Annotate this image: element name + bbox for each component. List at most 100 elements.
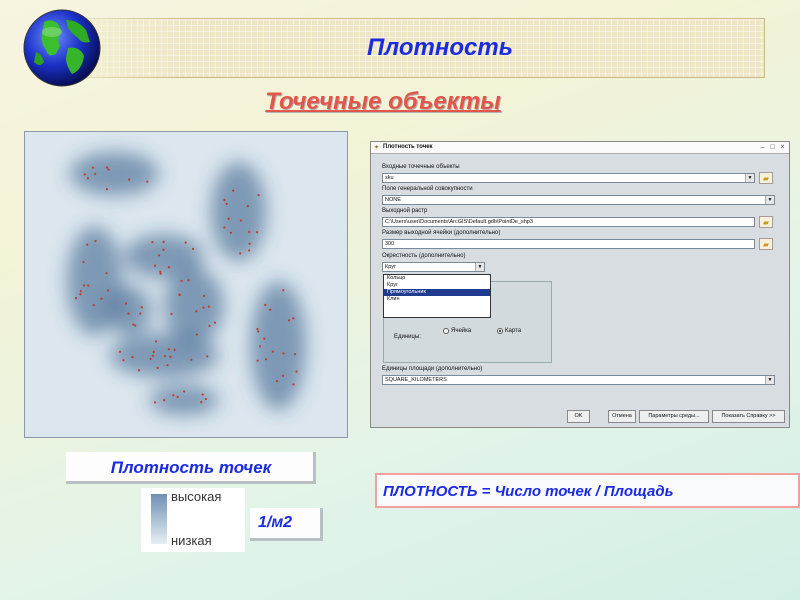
point-marker <box>257 193 260 197</box>
point-marker <box>295 370 298 373</box>
point-marker <box>173 348 176 351</box>
ok-button[interactable]: OK <box>567 410 590 423</box>
point-marker <box>163 354 167 358</box>
point-marker <box>167 266 171 269</box>
point-marker <box>151 240 154 244</box>
point-marker <box>153 401 157 404</box>
point-marker <box>292 383 295 386</box>
units-map-radio[interactable] <box>497 328 503 334</box>
show-help-button[interactable]: Показать Справку >> <box>712 410 785 423</box>
point-marker <box>105 188 109 191</box>
point-marker <box>287 319 291 322</box>
point-marker <box>282 289 285 292</box>
neighborhood-value: Круг <box>385 264 396 270</box>
legend-title: Плотность точек <box>110 458 272 477</box>
folder-icon[interactable]: ▰ <box>759 238 773 250</box>
point-marker <box>246 205 249 208</box>
dialog-body: Входные точечные объекты sku ▼ ▰ Поле ге… <box>379 158 784 408</box>
point-marker <box>208 324 211 328</box>
point-marker <box>132 323 135 326</box>
point-marker <box>86 243 89 246</box>
page-title: Плотность <box>367 34 513 61</box>
point-marker <box>207 305 210 308</box>
neighborhood-options-list[interactable]: Кольцо Круг Прямоугольник Клин <box>383 274 491 318</box>
point-marker <box>131 356 134 359</box>
point-marker <box>264 303 267 306</box>
point-marker <box>79 293 82 296</box>
point-marker <box>183 390 186 393</box>
point-marker <box>74 297 78 300</box>
point-marker <box>134 324 137 327</box>
legend-low-label: низкая <box>171 533 212 548</box>
point-marker <box>151 354 154 357</box>
point-marker <box>153 264 156 267</box>
cell-size-label: Размер выходной ячейки (дополнительно) <box>382 230 501 236</box>
neighborhood-option[interactable]: Кольцо <box>384 275 490 282</box>
point-marker <box>178 293 181 296</box>
point-marker <box>293 353 297 356</box>
close-icon[interactable]: × <box>778 143 787 152</box>
neighborhood-label: Окрестность (дополнительно) <box>382 253 466 259</box>
neighborhood-option[interactable]: Клин <box>384 296 490 303</box>
area-units-dropdown[interactable]: SQUARE_KILOMETERS ▼ <box>382 375 775 385</box>
folder-icon[interactable]: ▰ <box>759 172 773 184</box>
point-marker <box>248 242 251 245</box>
chevron-down-icon[interactable]: ▼ <box>475 263 484 271</box>
point-marker <box>176 395 179 399</box>
point-marker <box>263 337 266 340</box>
point-marker <box>195 333 198 336</box>
point-marker <box>223 226 226 229</box>
legend-color-ramp <box>151 494 167 544</box>
point-marker <box>227 217 230 220</box>
density-map <box>24 131 348 438</box>
point-marker <box>204 397 207 401</box>
point-marker <box>202 306 205 309</box>
point-marker <box>83 173 86 176</box>
units-label: Единицы: <box>394 334 421 340</box>
neighborhood-option-selected[interactable]: Прямоугольник <box>384 289 490 296</box>
chevron-down-icon[interactable]: ▼ <box>765 196 774 204</box>
point-marker <box>166 364 169 367</box>
legend-high-label: высокая <box>171 489 222 504</box>
point-marker <box>172 394 175 397</box>
point-marker <box>232 189 235 192</box>
neighborhood-dropdown[interactable]: Круг ▼ <box>382 262 485 272</box>
units-map-label: Карта <box>505 328 522 334</box>
cancel-button[interactable]: Отмена <box>608 410 636 423</box>
units-cell-radio[interactable] <box>443 328 449 334</box>
point-marker <box>191 247 195 250</box>
point-marker <box>269 308 272 311</box>
point-marker <box>239 252 242 255</box>
point-marker <box>128 178 131 181</box>
point-marker <box>100 297 103 300</box>
chevron-down-icon[interactable]: ▼ <box>745 174 754 182</box>
output-raster-input[interactable]: C:\Users\user\Documents\ArcGIS\Default.g… <box>382 217 755 227</box>
population-field-dropdown[interactable]: NONE ▼ <box>382 195 775 205</box>
folder-icon[interactable]: ▰ <box>759 216 773 228</box>
point-marker <box>184 241 187 244</box>
point-marker <box>94 172 97 175</box>
input-points-dropdown[interactable]: sku ▼ <box>382 173 755 183</box>
density-unit: 1/м2 <box>258 514 293 531</box>
point-marker <box>275 379 278 383</box>
point-marker <box>187 279 190 282</box>
point-marker <box>256 327 259 331</box>
unit-box: 1/м2 <box>250 508 323 541</box>
point-marker <box>82 260 85 264</box>
minimize-icon[interactable]: – <box>758 143 767 152</box>
cell-size-input[interactable]: 300 <box>382 239 755 249</box>
point-marker <box>169 355 172 358</box>
legend-title-box: Плотность точек <box>66 452 316 484</box>
input-points-value: sku <box>385 175 394 181</box>
dialog-titlebar[interactable]: ✦ Плотность точек – □ × <box>371 142 789 154</box>
point-marker <box>125 302 128 305</box>
input-points-label: Входные точечные объекты <box>382 164 460 170</box>
dialog-title: Плотность точек <box>383 144 433 150</box>
environments-button[interactable]: Параметры среды... <box>639 410 709 423</box>
chevron-down-icon[interactable]: ▼ <box>765 376 774 384</box>
point-marker <box>107 168 110 171</box>
point-marker <box>157 254 161 257</box>
neighborhood-option[interactable]: Круг <box>384 282 490 289</box>
maximize-icon[interactable]: □ <box>768 143 777 152</box>
point-marker <box>91 166 95 169</box>
